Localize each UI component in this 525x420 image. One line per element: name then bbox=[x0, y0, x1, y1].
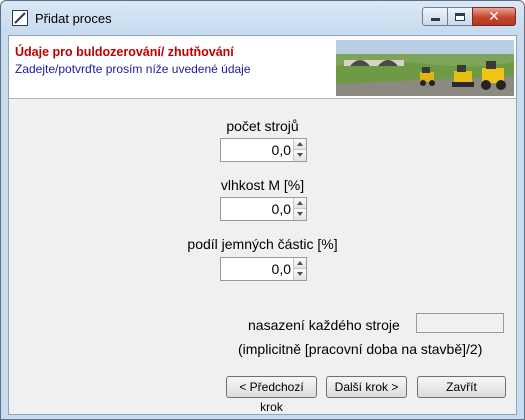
maximize-button[interactable] bbox=[447, 7, 473, 26]
arrow-down-icon bbox=[297, 153, 303, 157]
arrow-up-icon bbox=[297, 142, 303, 146]
fine-particles-spinner bbox=[220, 257, 307, 281]
header-subtitle: Zadejte/potvrďte prosím níže uvedené úda… bbox=[15, 62, 251, 76]
close-button[interactable]: Zavřít bbox=[417, 376, 506, 398]
machine-assignment-hint: (implicitně [pracovní doba na stavbě]/2) bbox=[238, 341, 483, 357]
maximize-icon bbox=[448, 8, 472, 25]
fine-particles-label: podíl jemných částic [%] bbox=[187, 236, 338, 252]
machine-assignment-field[interactable] bbox=[416, 313, 504, 333]
machine-count-label: počet strojů bbox=[226, 118, 299, 134]
machine-count-spin-buttons bbox=[293, 139, 306, 161]
machine-count-spinner bbox=[220, 138, 307, 162]
close-window-button[interactable]: ✕ bbox=[472, 7, 516, 26]
spin-up-button[interactable] bbox=[294, 139, 306, 150]
minimize-button[interactable] bbox=[422, 7, 448, 26]
spin-up-button[interactable] bbox=[294, 198, 306, 209]
window-controls: ✕ bbox=[422, 7, 516, 27]
app-icon bbox=[12, 10, 28, 26]
window-title: Přidat proces bbox=[35, 11, 112, 26]
arrow-down-icon bbox=[297, 212, 303, 216]
title-bar[interactable]: Přidat proces ✕ bbox=[1, 1, 524, 35]
spin-down-button[interactable] bbox=[294, 269, 306, 280]
moisture-spinner bbox=[220, 197, 307, 221]
fine-particles-spin-buttons bbox=[293, 258, 306, 280]
wizard-header: Údaje pro buldozerování/ zhutňování Zade… bbox=[9, 36, 516, 99]
construction-photo bbox=[336, 40, 514, 96]
previous-step-button[interactable]: < Předchozí krok bbox=[226, 376, 317, 414]
machine-count-input[interactable] bbox=[221, 139, 294, 161]
spin-up-button[interactable] bbox=[294, 258, 306, 269]
dialog-client-area: Údaje pro buldozerování/ zhutňování Zade… bbox=[8, 35, 517, 415]
machine-assignment-label: nasazení každého stroje bbox=[248, 317, 400, 333]
arrow-up-icon bbox=[297, 261, 303, 265]
fine-particles-input[interactable] bbox=[221, 258, 294, 280]
moisture-spin-buttons bbox=[293, 198, 306, 220]
dialog-window: Přidat proces ✕ Údaje pro buldozerování/… bbox=[0, 0, 525, 420]
minimize-icon bbox=[423, 8, 447, 25]
next-step-button[interactable]: Další krok > bbox=[326, 376, 407, 398]
arrow-up-icon bbox=[297, 201, 303, 205]
header-title: Údaje pro buldozerování/ zhutňování bbox=[15, 45, 234, 59]
arrow-down-icon bbox=[297, 272, 303, 276]
moisture-label: vlhkost M [%] bbox=[220, 177, 305, 193]
moisture-input[interactable] bbox=[221, 198, 294, 220]
close-icon: ✕ bbox=[488, 8, 500, 25]
spin-down-button[interactable] bbox=[294, 209, 306, 220]
spin-down-button[interactable] bbox=[294, 150, 306, 161]
